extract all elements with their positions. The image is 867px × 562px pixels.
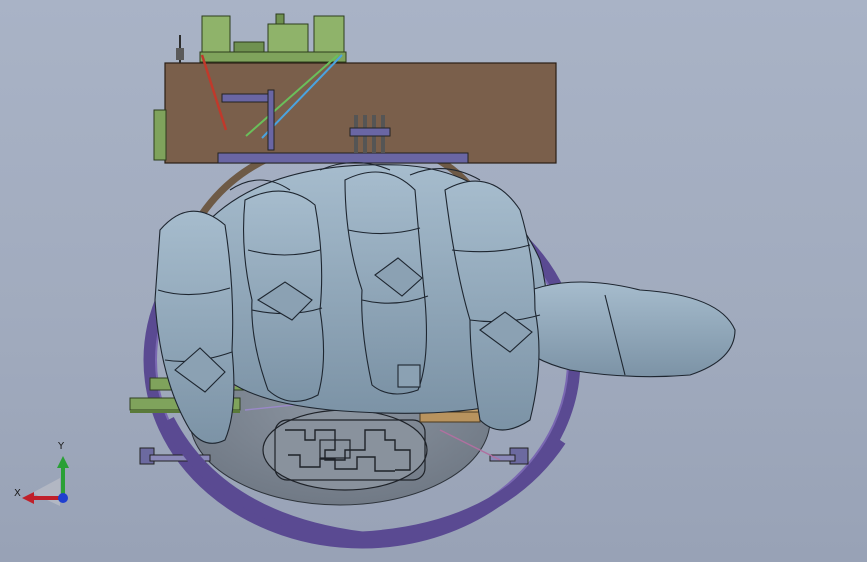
wooden-block [164, 62, 557, 164]
coordinate-triad: Y X [10, 438, 80, 512]
x-axis-label: X [14, 488, 21, 499]
cad-viewport[interactable]: Y X [0, 0, 867, 562]
hand-assembly-model[interactable] [0, 0, 867, 562]
side-connector [153, 109, 167, 161]
y-axis-label: Y [58, 441, 65, 452]
axis-triad-graphic [22, 456, 69, 506]
gear-mechanism [262, 409, 428, 491]
